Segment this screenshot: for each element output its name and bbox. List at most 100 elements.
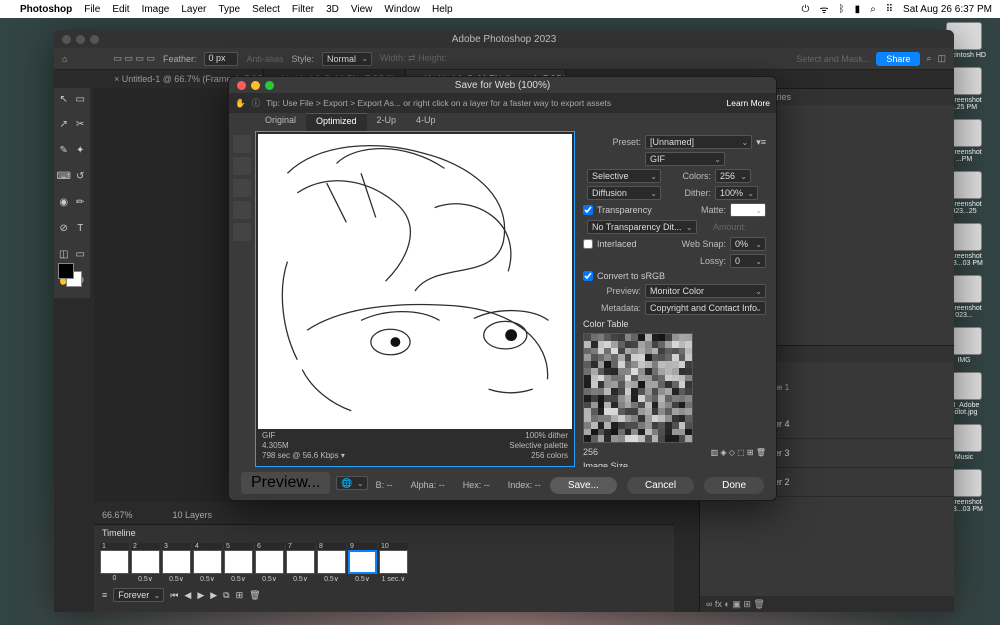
menu-3d[interactable]: 3D — [326, 4, 339, 15]
first-frame-icon[interactable]: ⏮ — [170, 590, 178, 601]
wifi-icon[interactable]: ᯤ — [819, 2, 828, 16]
battery-icon[interactable]: ▮ — [855, 4, 861, 15]
menu-filter[interactable]: Filter — [292, 4, 314, 15]
feather-input[interactable]: 0 px — [204, 52, 238, 66]
color-table-header[interactable]: Color Table — [583, 319, 766, 329]
lossy-select[interactable]: 0 — [730, 254, 766, 268]
tool-icon[interactable]: ▭ — [73, 90, 89, 108]
color-table[interactable] — [583, 333, 693, 443]
reduction-select[interactable]: Selective — [587, 169, 661, 183]
preset-select[interactable]: [Unnamed] — [645, 135, 752, 149]
color-swatch-icon[interactable] — [233, 223, 251, 241]
delete-frame-icon[interactable]: 🗑 — [249, 590, 260, 601]
tool-icon[interactable]: ✦ — [73, 142, 89, 160]
convert-srgb-checkbox[interactable] — [583, 271, 593, 281]
menu-help[interactable]: Help — [432, 4, 453, 15]
timeline-frame[interactable]: 40.5∨ — [193, 543, 222, 583]
menu-image[interactable]: Image — [142, 4, 170, 15]
tool-icon[interactable]: ↺ — [73, 168, 89, 186]
hand-tool-icon[interactable] — [233, 135, 251, 153]
view-tab-original[interactable]: Original — [255, 113, 306, 131]
new-frame-icon[interactable]: ⊞ — [236, 590, 244, 601]
search-icon[interactable]: ⌕ — [870, 4, 876, 15]
slice-tool-icon[interactable] — [233, 157, 251, 175]
workspace-icon[interactable]: ◫ — [937, 53, 946, 64]
tool-icon[interactable]: ✎ — [56, 142, 72, 160]
zoom-level[interactable]: 66.67% — [102, 510, 133, 520]
menu-select[interactable]: Select — [252, 4, 280, 15]
dialog-traffic-lights[interactable] — [229, 81, 274, 90]
tool-icon[interactable]: ▭ — [73, 245, 89, 263]
timeline-frame[interactable]: 30.5∨ — [162, 543, 191, 583]
menu-type[interactable]: Type — [218, 4, 240, 15]
selection-mode-icons[interactable]: ▭ ▭ ▭ ▭ — [113, 53, 155, 64]
style-select[interactable]: Normal — [322, 52, 372, 66]
hand-tool-icon[interactable]: ✋ — [235, 98, 246, 109]
timeline-frame[interactable]: 60.5∨ — [255, 543, 284, 583]
home-icon[interactable]: ⌂ — [62, 54, 67, 64]
color-table-tools[interactable]: ▥ ◈ ◇ ⬚ ⊞ 🗑 — [711, 448, 766, 457]
tool-icon[interactable]: ◫ — [56, 245, 72, 263]
learn-more-link[interactable]: Learn More — [727, 98, 770, 108]
prev-frame-icon[interactable]: ◀ — [184, 590, 191, 601]
timeline-frame[interactable]: 90.5∨ — [348, 543, 377, 583]
tool-icon[interactable]: ↖ — [56, 90, 72, 108]
save-button[interactable]: Save... — [550, 477, 617, 494]
timeline-frame[interactable]: 101 sec.∨ — [379, 543, 408, 583]
menu-layer[interactable]: Layer — [181, 4, 206, 15]
preview-button[interactable]: Preview... — [241, 472, 330, 494]
timeline-menu-icon[interactable]: ≡ — [102, 590, 107, 600]
control-center-icon[interactable]: ⠿ — [886, 4, 893, 15]
tween-icon[interactable]: ⧉ — [223, 590, 229, 601]
status-icon[interactable]: ⏻ — [802, 4, 810, 15]
websnap-select[interactable]: 0% — [730, 237, 766, 251]
tool-icon[interactable]: ✂ — [73, 116, 89, 134]
tool-icon[interactable]: T — [73, 219, 89, 237]
metadata-select[interactable]: Copyright and Contact Info — [645, 301, 766, 315]
timeline-frame[interactable]: 10 — [100, 543, 129, 583]
browser-select[interactable]: 🌐 — [336, 476, 367, 490]
dither-select[interactable]: 100% — [715, 186, 758, 200]
clock[interactable]: Sat Aug 26 6:37 PM — [903, 4, 992, 15]
menu-file[interactable]: File — [84, 4, 100, 15]
timeline-frame[interactable]: 80.5∨ — [317, 543, 346, 583]
tool-icon[interactable]: ◉ — [56, 194, 72, 212]
share-button[interactable]: Share — [876, 52, 920, 66]
menu-edit[interactable]: Edit — [112, 4, 129, 15]
zoom-tool-icon[interactable] — [233, 179, 251, 197]
next-frame-icon[interactable]: ▶ — [210, 590, 217, 601]
preset-menu-icon[interactable]: ▾≡ — [756, 137, 766, 148]
dither-method-select[interactable]: Diffusion — [587, 186, 661, 200]
timeline-header[interactable]: Timeline — [94, 525, 674, 541]
loop-select[interactable]: Forever — [113, 588, 164, 602]
app-menu[interactable]: Photoshop — [20, 4, 72, 15]
window-traffic-lights[interactable] — [62, 35, 99, 44]
view-tab-optimized[interactable]: Optimized — [306, 113, 367, 131]
tool-icon[interactable]: ⌨ — [56, 168, 72, 186]
menu-view[interactable]: View — [351, 4, 373, 15]
cancel-button[interactable]: Cancel — [627, 477, 694, 494]
done-button[interactable]: Done — [704, 477, 764, 494]
matte-select[interactable] — [730, 203, 766, 217]
transparency-checkbox[interactable] — [583, 205, 593, 215]
play-icon[interactable]: ▶ — [197, 590, 204, 601]
preview-select[interactable]: Monitor Color — [645, 284, 766, 298]
tool-icon[interactable]: ↗ — [56, 116, 72, 134]
view-tab-4-up[interactable]: 4-Up — [406, 113, 446, 131]
timeline-frame[interactable]: 70.5∨ — [286, 543, 315, 583]
menu-window[interactable]: Window — [384, 4, 420, 15]
timeline-frame[interactable]: 20.5∨ — [131, 543, 160, 583]
bluetooth-icon[interactable]: ᛒ — [839, 4, 845, 15]
interlaced-checkbox[interactable] — [583, 239, 593, 249]
timeline-frame[interactable]: 50.5∨ — [224, 543, 253, 583]
tool-icon[interactable]: ✏ — [73, 194, 89, 212]
colors-select[interactable]: 256 — [715, 169, 751, 183]
tool-icon[interactable]: ⊘ — [56, 219, 72, 237]
layers-footer[interactable]: ∞ fx ◐ ▣ ⊞ 🗑 — [700, 596, 954, 612]
view-tab-2-up[interactable]: 2-Up — [367, 113, 407, 131]
format-select[interactable]: GIF — [645, 152, 725, 166]
preview-pane[interactable]: GIF 4.305M 798 sec @ 56.6 Kbps ▾ 100% di… — [255, 131, 575, 467]
search-icon[interactable]: ⌕ — [926, 53, 931, 64]
eyedropper-icon[interactable] — [233, 201, 251, 219]
transparency-dither-select[interactable]: No Transparency Dit... — [587, 220, 697, 234]
